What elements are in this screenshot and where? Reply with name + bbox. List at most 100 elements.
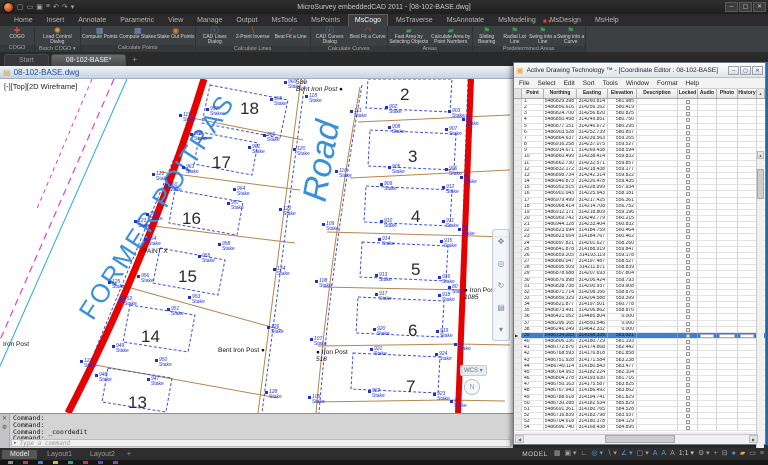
cell-audio[interactable]: [698, 99, 717, 104]
cell-photo[interactable]: [717, 376, 738, 381]
cell-elevation[interactable]: 581.829: [608, 395, 637, 400]
cell-history[interactable]: [738, 204, 757, 209]
cell-locked[interactable]: [678, 395, 698, 400]
menu-item[interactable]: Format: [657, 80, 678, 87]
cell-northing[interactable]: 5486901.043: [544, 191, 577, 196]
editor-maximize-button[interactable]: ▢: [740, 66, 751, 75]
cell-point[interactable]: 50: [522, 401, 544, 406]
cell-point[interactable]: 44: [522, 364, 544, 369]
cell-northing[interactable]: 5486246.249: [544, 327, 577, 332]
cell-photo[interactable]: [717, 401, 738, 406]
cell-locked[interactable]: [678, 278, 698, 283]
row-selector[interactable]: ▶: [514, 265, 522, 270]
cell-northing[interactable]: 5486903.528: [544, 130, 577, 135]
cell-photo[interactable]: [717, 296, 738, 301]
row-selector[interactable]: ▶: [514, 228, 522, 233]
cell-northing[interactable]: 5486850.458: [544, 117, 577, 122]
taskbar-app-icon[interactable]: [8, 461, 13, 464]
ribbon-tab[interactable]: MsHelp: [589, 15, 625, 26]
cell-locked[interactable]: [678, 191, 698, 196]
cell-easting[interactable]: 314193.119: [577, 253, 608, 258]
cell-photo[interactable]: [717, 185, 738, 190]
cell-history[interactable]: [738, 111, 757, 116]
ribbon-tab[interactable]: MsTraverse: [390, 15, 439, 26]
cell-description[interactable]: [637, 278, 678, 283]
cell-history[interactable]: [738, 382, 757, 387]
locked-checkbox[interactable]: [686, 162, 690, 166]
cell-description[interactable]: [637, 271, 678, 276]
row-selector[interactable]: ▶: [514, 364, 522, 369]
cell-history[interactable]: [738, 222, 757, 227]
cell-elevation[interactable]: 557.934: [608, 185, 637, 190]
row-selector[interactable]: ▶: [514, 204, 522, 209]
cell-easting[interactable]: 314208.166: [577, 290, 608, 295]
cell-history[interactable]: [738, 216, 757, 221]
cell-description[interactable]: [637, 241, 678, 246]
ribbon-button[interactable]: ⚑ Radial Lot Line: [501, 26, 529, 46]
cell-point[interactable]: 17: [522, 198, 544, 203]
cell-history[interactable]: [738, 148, 757, 153]
cell-elevation[interactable]: 582.442: [608, 345, 637, 350]
row-selector[interactable]: ▶: [514, 247, 522, 252]
cell-audio[interactable]: [698, 395, 717, 400]
cell-point[interactable]: 3: [522, 111, 544, 116]
cell-audio[interactable]: [698, 327, 717, 332]
ribbon-tab[interactable]: View: [162, 15, 189, 26]
cell-audio[interactable]: [698, 117, 717, 122]
cell-elevation[interactable]: 559.178: [608, 253, 637, 258]
ribbon-button[interactable]: ⚑ Sliding Bearing: [473, 26, 501, 46]
cell-point[interactable]: 49: [522, 395, 544, 400]
row-selector[interactable]: ▶: [514, 198, 522, 203]
cell-point[interactable]: 9: [522, 148, 544, 153]
cell-description[interactable]: [637, 376, 678, 381]
cell-easting[interactable]: 314193.630: [577, 376, 608, 381]
cell-northing[interactable]: 5486871.714: [544, 290, 577, 295]
cell-history[interactable]: [738, 327, 757, 332]
cell-point[interactable]: 19: [522, 210, 544, 215]
statusbar-icon[interactable]: ▢ ▾: [637, 449, 649, 459]
locked-checkbox[interactable]: [686, 285, 690, 289]
cell-history[interactable]: [738, 290, 757, 295]
cell-locked[interactable]: [678, 321, 698, 326]
cell-elevation[interactable]: 560.464: [608, 228, 637, 233]
cell-history[interactable]: [738, 228, 757, 233]
locked-checkbox[interactable]: [686, 235, 690, 239]
cell-elevation[interactable]: 585.829: [608, 401, 637, 406]
cell-northing[interactable]: 5486823.654: [544, 234, 577, 239]
cell-elevation[interactable]: 559.196: [608, 210, 637, 215]
cell-elevation[interactable]: 559.177: [608, 167, 637, 172]
cell-elevation[interactable]: 584.895: [608, 425, 637, 430]
cell-photo[interactable]: [717, 105, 738, 110]
row-selector[interactable]: ▶: [514, 99, 522, 104]
ribbon-tab[interactable]: Annotate: [72, 15, 112, 26]
cell-photo[interactable]: [717, 124, 738, 129]
cell-point[interactable]: 53: [522, 419, 544, 424]
cell-audio[interactable]: [698, 179, 717, 184]
cell-locked[interactable]: [678, 351, 698, 356]
cell-point[interactable]: 4: [522, 117, 544, 122]
cell-audio[interactable]: [698, 308, 717, 313]
vertical-scroll-thumb[interactable]: [757, 169, 764, 199]
cell-locked[interactable]: [678, 241, 698, 246]
cell-easting[interactable]: 314225.943: [577, 191, 608, 196]
cell-locked[interactable]: [678, 253, 698, 258]
locked-checkbox[interactable]: [686, 352, 690, 356]
cell-history[interactable]: [738, 296, 757, 301]
cell-locked[interactable]: [678, 401, 698, 406]
column-header[interactable]: Locked: [678, 89, 698, 98]
row-selector[interactable]: ▶: [514, 154, 522, 159]
row-selector[interactable]: ▶: [514, 130, 522, 135]
cell-point[interactable]: 26: [522, 253, 544, 258]
locked-checkbox[interactable]: [686, 420, 690, 424]
cell-elevation[interactable]: 583.937: [608, 413, 637, 418]
nav-tool-icon[interactable]: ◎: [498, 259, 505, 268]
cell-photo[interactable]: [717, 302, 738, 307]
taskbar-app-icon[interactable]: [83, 461, 88, 464]
cell-easting[interactable]: 314246.672: [577, 124, 608, 129]
cell-description[interactable]: [637, 419, 678, 424]
layout-tab[interactable]: Layout1: [39, 450, 80, 459]
cell-northing[interactable]: 5486979.499: [544, 198, 577, 203]
cell-easting[interactable]: 314232.571: [577, 161, 608, 166]
cell-northing[interactable]: 5486912.171: [544, 210, 577, 215]
cell-audio[interactable]: [698, 296, 717, 301]
